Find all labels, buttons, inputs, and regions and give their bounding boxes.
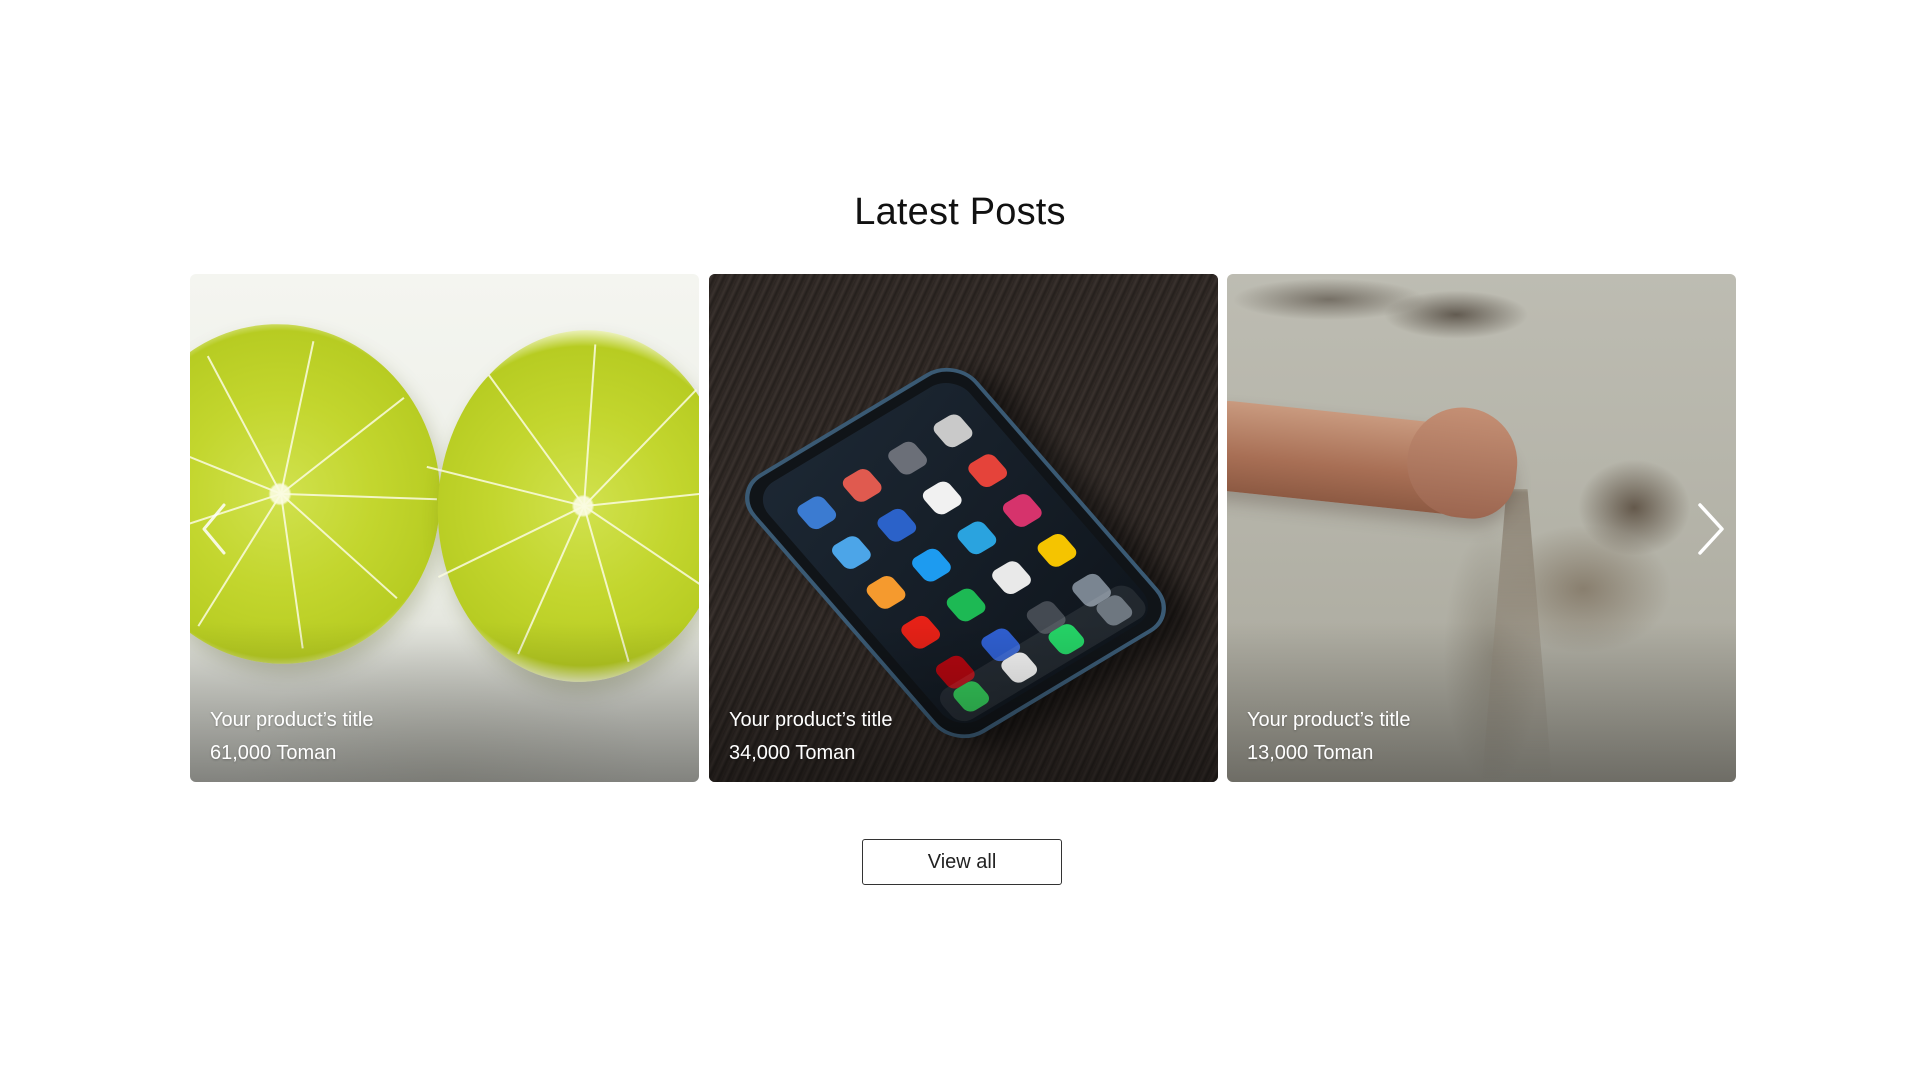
view-all-button[interactable]: View all bbox=[862, 839, 1062, 885]
product-card[interactable]: Your product’s title 13,000 Toman bbox=[1227, 274, 1736, 782]
product-title[interactable]: Your product’s title bbox=[210, 704, 373, 737]
section-title: Latest Posts bbox=[854, 191, 1066, 233]
carousel-next-button[interactable] bbox=[1690, 501, 1730, 557]
chevron-right-icon bbox=[1698, 503, 1724, 555]
product-price: 13,000 Toman bbox=[1247, 742, 1374, 764]
latest-posts-section: Latest Posts Your product’s title 61,000… bbox=[0, 0, 1920, 1080]
product-card[interactable]: Your product’s title 34,000 Toman bbox=[709, 274, 1218, 782]
product-caption: Your product’s title 61,000 Toman bbox=[210, 704, 373, 770]
product-title[interactable]: Your product’s title bbox=[1247, 704, 1410, 737]
product-caption: Your product’s title 34,000 Toman bbox=[729, 704, 892, 770]
product-title[interactable]: Your product’s title bbox=[729, 704, 892, 737]
posts-carousel[interactable]: Your product’s title 61,000 Toman Your p… bbox=[190, 274, 1736, 782]
hand-illustration bbox=[1227, 396, 1523, 523]
chevron-left-icon bbox=[202, 503, 226, 555]
carousel-prev-button[interactable] bbox=[196, 501, 236, 557]
product-price: 61,000 Toman bbox=[210, 742, 337, 764]
product-price: 34,000 Toman bbox=[729, 742, 856, 764]
product-caption: Your product’s title 13,000 Toman bbox=[1247, 704, 1410, 770]
product-card[interactable]: Your product’s title 61,000 Toman bbox=[190, 274, 699, 782]
